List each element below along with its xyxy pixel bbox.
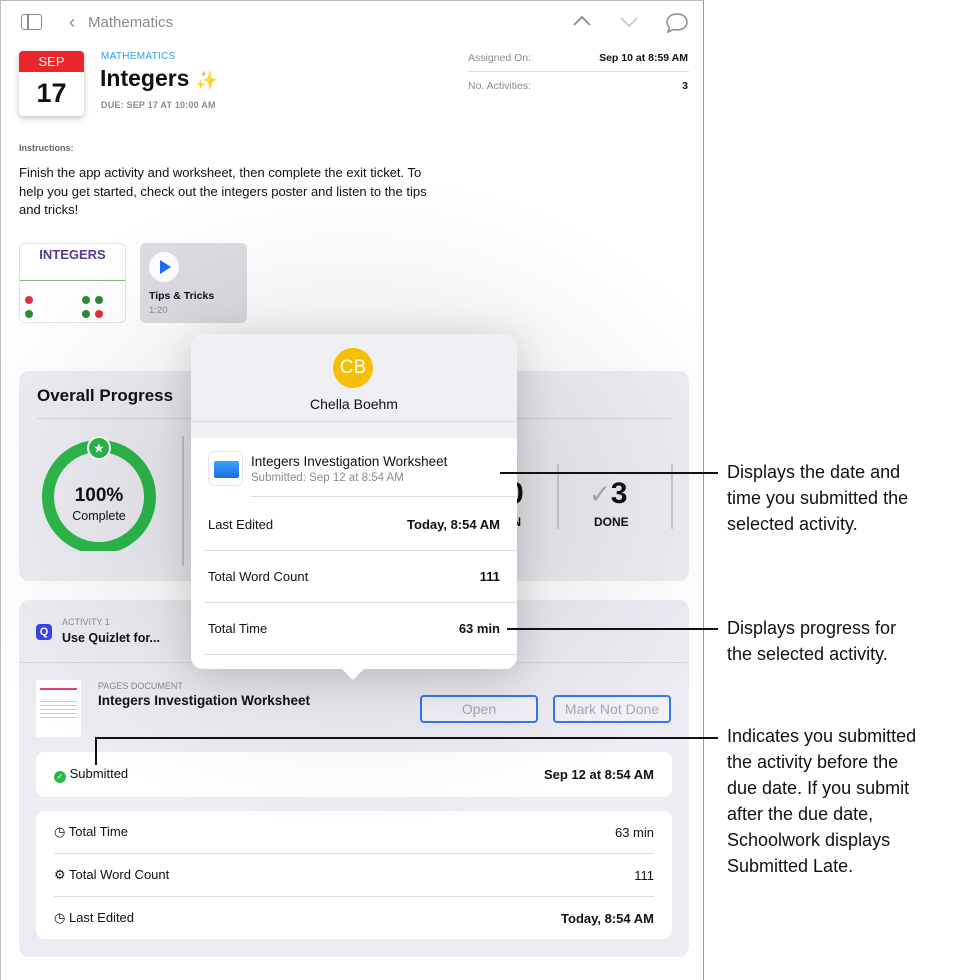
clock-icon: ◷: [54, 824, 66, 839]
clock-icon: ◷: [54, 910, 66, 925]
activity-number: ACTIVITY 1: [62, 617, 110, 627]
checkmark-circle-icon: ✓: [54, 771, 66, 783]
calendar-day: 17: [36, 78, 67, 108]
percent-complete: 100%: [74, 485, 124, 506]
open-button[interactable]: Open: [420, 695, 538, 723]
chevron-up-icon[interactable]: [572, 15, 592, 27]
submitted-label: Submitted: [69, 766, 129, 781]
files-folder-icon: [208, 451, 243, 486]
back-button[interactable]: Mathematics: [88, 14, 173, 31]
calendar-month: SEP: [19, 51, 84, 72]
due-date: DUE: SEP 17 AT 10:00 AM: [101, 100, 216, 110]
back-chevron-icon[interactable]: ‹: [69, 12, 75, 33]
stat-value: Today, 8:54 AM: [561, 910, 654, 926]
word-count-badge-icon: ⚙: [54, 867, 66, 882]
mark-not-done-button[interactable]: Mark Not Done: [553, 695, 671, 723]
callout-line: [507, 628, 718, 630]
popover-row-label: Total Word Count: [208, 569, 309, 584]
audio-duration: 1:20: [149, 305, 168, 316]
tips-tricks-audio-attachment[interactable]: Tips & Tricks 1:20: [140, 243, 247, 323]
document-thumbnail[interactable]: [36, 680, 81, 737]
callout-line: [500, 472, 718, 474]
complete-label: Complete: [72, 509, 126, 523]
assigned-on-value: Sep 10 at 8:59 AM: [599, 52, 688, 64]
activities-label: No. Activities:: [468, 80, 532, 92]
comment-icon[interactable]: [665, 12, 689, 34]
stat-value: 63 min: [614, 824, 654, 840]
activity-title[interactable]: Use Quizlet for...: [62, 631, 160, 645]
svg-text:★: ★: [93, 441, 105, 456]
popover-row-value: 111: [479, 569, 500, 584]
sparkles-icon: ✨: [195, 70, 219, 90]
assigned-on-label: Assigned On:: [468, 52, 532, 64]
subject-label: MATHEMATICS: [101, 51, 176, 62]
callout-submitted-status: Indicates you submitted the activity befo…: [727, 726, 917, 876]
page-title: Integers ✨: [100, 65, 218, 92]
done-count: ✓3: [589, 477, 628, 510]
instructions-label: Instructions:: [19, 143, 74, 153]
document-type: PAGES DOCUMENT: [98, 681, 183, 691]
ipad-screen: ‹ Mathematics SEP 17 MATHEMATICS Integer…: [0, 0, 704, 980]
audio-title: Tips & Tricks: [149, 290, 215, 302]
done-label: DONE: [594, 515, 629, 529]
check-icon: ✓: [589, 479, 611, 509]
quizlet-icon: Q: [36, 624, 52, 640]
sidebar-toggle-icon[interactable]: [21, 14, 42, 30]
avatar: CB: [333, 348, 373, 388]
integers-poster-attachment[interactable]: INTEGERS: [19, 243, 126, 323]
popover-submitted-date: Submitted: Sep 12 at 8:54 AM: [251, 472, 404, 484]
progress-title: Overall Progress: [37, 386, 174, 405]
popover-row-label: Total Time: [208, 621, 268, 636]
instructions-text: Finish the app activity and worksheet, t…: [19, 165, 427, 217]
submitted-row: ✓ Submitted Sep 12 at 8:54 AM: [36, 752, 672, 797]
title-text: Integers: [100, 65, 190, 91]
activities-value: 3: [682, 80, 688, 92]
popover-row-label: Last Edited: [208, 517, 274, 532]
stat-value: 111: [634, 867, 654, 883]
activity-stats: ◷ Total Time 63 min ⚙ Total Word Count 111…: [36, 811, 672, 939]
chevron-down-icon[interactable]: [619, 16, 639, 28]
callout-line: [95, 737, 97, 765]
document-title: Integers Investigation Worksheet: [98, 693, 311, 708]
calendar-icon: SEP 17: [19, 51, 84, 116]
play-icon[interactable]: [149, 252, 179, 282]
popover-row-value: 63 min: [458, 621, 500, 636]
student-name: Chella Boehm: [310, 396, 398, 412]
popover-arrow: [341, 668, 365, 680]
callout-progress: Displays progress for the selected activi…: [727, 618, 897, 664]
popover-row-value: Today, 8:54 AM: [407, 517, 500, 532]
callout-submitted-time: Displays the date and time you submitted …: [727, 462, 909, 534]
callout-line: [95, 737, 718, 739]
submitted-date: Sep 12 at 8:54 AM: [543, 767, 654, 782]
poster-title: INTEGERS: [39, 247, 106, 262]
popover-file-title[interactable]: Integers Investigation Worksheet: [251, 454, 447, 469]
student-popover: CB Chella Boehm Integers Investigation W…: [191, 334, 517, 669]
